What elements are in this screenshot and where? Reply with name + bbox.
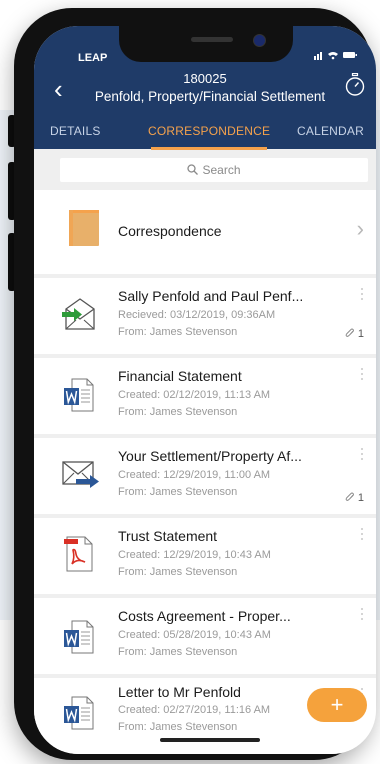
- list-item[interactable]: Trust Statement Created: 12/29/2019, 10:…: [34, 518, 376, 594]
- tab-calendar[interactable]: CALENDAR: [297, 124, 364, 138]
- list-item[interactable]: Sally Penfold and Paul Penf... Recieved:…: [34, 278, 376, 354]
- word-document-icon: [64, 696, 94, 730]
- list-item[interactable]: Financial Statement Created: 02/12/2019,…: [34, 358, 376, 434]
- list-item[interactable]: Costs Agreement - Proper... Created: 05/…: [34, 598, 376, 674]
- email-incoming-icon: [62, 298, 95, 330]
- chevron-right-icon: ›: [356, 216, 364, 241]
- stopwatch-icon[interactable]: [344, 73, 366, 97]
- tab-details[interactable]: DETAILS: [50, 124, 101, 138]
- item-date: Created: 12/29/2019, 10:43 AM: [118, 549, 271, 561]
- email-outgoing-icon: [62, 461, 99, 488]
- list-item[interactable]: Your Settlement/Property Af... Created: …: [34, 438, 376, 514]
- phone-notch: [119, 26, 293, 62]
- pdf-document-icon: [64, 536, 93, 572]
- home-indicator[interactable]: [160, 738, 260, 742]
- status-icons: [314, 50, 358, 63]
- folder-label: Correspondence: [118, 223, 222, 239]
- matter-number: 180025: [183, 71, 227, 86]
- item-date: Created: 02/27/2019, 11:16 AM: [118, 704, 271, 716]
- item-title: Your Settlement/Property Af...: [118, 448, 302, 464]
- attachment-count-value: 1: [357, 328, 364, 340]
- paperclip-icon: [345, 492, 354, 501]
- search-placeholder: Search: [202, 163, 241, 177]
- tab-bar: DETAILS CORRESPONDENCE CALENDAR: [34, 124, 376, 149]
- word-document-icon: [64, 378, 94, 412]
- more-options-icon[interactable]: [361, 448, 364, 463]
- matter-title: Penfold, Property/Financial Settlement: [94, 89, 326, 104]
- item-date: Created: 12/29/2019, 11:00 AM: [118, 469, 271, 481]
- item-from: From: James Stevenson: [118, 486, 238, 498]
- item-title: Trust Statement: [118, 528, 218, 544]
- tab-correspondence[interactable]: CORRESPONDENCE: [148, 124, 270, 138]
- app-screen: LEAP ‹ 180025 Penfold, Property/Financia…: [34, 26, 376, 754]
- item-from: From: James Stevenson: [118, 721, 238, 733]
- search-input[interactable]: Search: [60, 158, 368, 182]
- carrier-label: LEAP: [78, 52, 108, 64]
- camera-icon: [253, 34, 266, 47]
- paperclip-icon: [345, 328, 354, 337]
- item-date: Created: 02/12/2019, 11:13 AM: [118, 389, 271, 401]
- folder-icon: [69, 210, 99, 246]
- item-title: Letter to Mr Penfold: [118, 684, 241, 700]
- attachment-count-value: 1: [357, 492, 364, 504]
- item-title: Sally Penfold and Paul Penf...: [118, 288, 304, 304]
- search-icon: [187, 164, 199, 175]
- item-from: From: James Stevenson: [118, 406, 238, 418]
- item-from: From: James Stevenson: [118, 646, 238, 658]
- more-options-icon[interactable]: [361, 528, 364, 543]
- speaker-grille: [191, 37, 233, 42]
- item-date: Created: 05/28/2019, 10:43 AM: [118, 629, 271, 641]
- more-options-icon[interactable]: [361, 608, 364, 623]
- item-from: From: James Stevenson: [118, 326, 238, 338]
- more-options-icon[interactable]: [361, 288, 364, 303]
- more-options-icon[interactable]: [361, 368, 364, 383]
- attachment-count: 1: [345, 492, 364, 504]
- item-title: Costs Agreement - Proper...: [118, 608, 291, 624]
- item-date: Recieved: 03/12/2019, 09:36AM: [118, 309, 276, 321]
- item-from: From: James Stevenson: [118, 566, 238, 578]
- signal-icon: [314, 52, 357, 60]
- attachment-count: 1: [345, 328, 364, 340]
- app-header: LEAP ‹ 180025 Penfold, Property/Financia…: [34, 26, 376, 150]
- add-button[interactable]: +: [307, 688, 367, 722]
- folder-row[interactable]: Correspondence ›: [34, 190, 376, 274]
- search-bar: Search: [34, 150, 376, 190]
- item-title: Financial Statement: [118, 368, 242, 384]
- word-document-icon: [64, 620, 94, 654]
- phone-frame: LEAP ‹ 180025 Penfold, Property/Financia…: [14, 8, 376, 760]
